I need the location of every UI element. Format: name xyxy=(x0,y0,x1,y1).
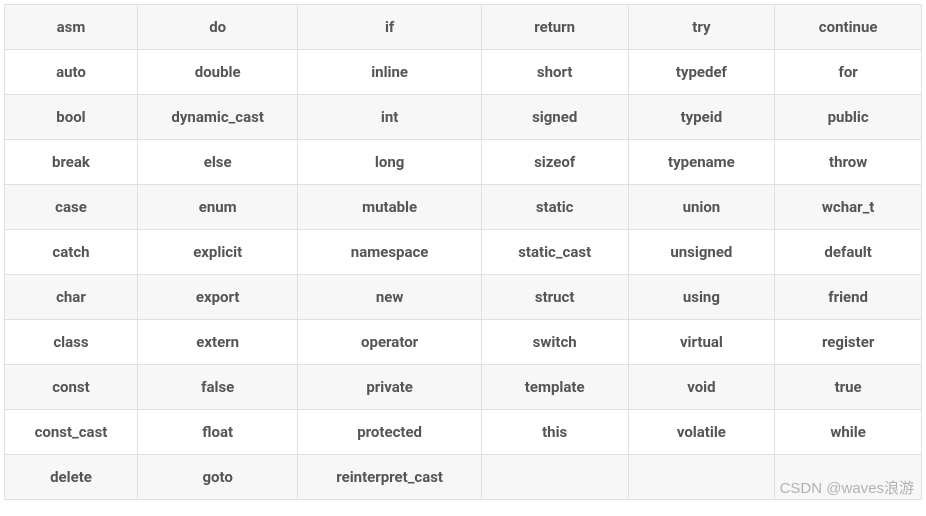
table-cell: virtual xyxy=(628,320,775,365)
table-row: auto double inline short typedef for xyxy=(5,50,922,95)
table-cell: else xyxy=(137,140,297,185)
table-cell: register xyxy=(775,320,922,365)
table-cell: new xyxy=(298,275,481,320)
table-cell: extern xyxy=(137,320,297,365)
table-cell: do xyxy=(137,5,297,50)
keywords-table: asm do if return try continue auto doubl… xyxy=(4,4,922,500)
table-cell: long xyxy=(298,140,481,185)
table-cell: while xyxy=(775,410,922,455)
table-cell: throw xyxy=(775,140,922,185)
table-cell: operator xyxy=(298,320,481,365)
table-cell: this xyxy=(481,410,628,455)
table-cell: template xyxy=(481,365,628,410)
table-cell xyxy=(775,455,922,500)
table-cell: for xyxy=(775,50,922,95)
table-row: const_cast float protected this volatile… xyxy=(5,410,922,455)
table-row: asm do if return try continue xyxy=(5,5,922,50)
table-cell: static_cast xyxy=(481,230,628,275)
table-cell: asm xyxy=(5,5,138,50)
table-cell: if xyxy=(298,5,481,50)
table-cell xyxy=(628,455,775,500)
table-row: bool dynamic_cast int signed typeid publ… xyxy=(5,95,922,140)
table-cell: unsigned xyxy=(628,230,775,275)
table-cell: class xyxy=(5,320,138,365)
table-cell: break xyxy=(5,140,138,185)
table-cell xyxy=(481,455,628,500)
table-cell: delete xyxy=(5,455,138,500)
table-cell: switch xyxy=(481,320,628,365)
table-cell: mutable xyxy=(298,185,481,230)
table-cell: wchar_t xyxy=(775,185,922,230)
table-row: const false private template void true xyxy=(5,365,922,410)
table-cell: char xyxy=(5,275,138,320)
table-cell: void xyxy=(628,365,775,410)
table-cell: struct xyxy=(481,275,628,320)
table-cell: explicit xyxy=(137,230,297,275)
table-cell: typedef xyxy=(628,50,775,95)
table-cell: goto xyxy=(137,455,297,500)
table-cell: float xyxy=(137,410,297,455)
table-cell: public xyxy=(775,95,922,140)
table-cell: const_cast xyxy=(5,410,138,455)
table-cell: using xyxy=(628,275,775,320)
table-cell: short xyxy=(481,50,628,95)
table-cell: continue xyxy=(775,5,922,50)
table-cell: namespace xyxy=(298,230,481,275)
table-cell: inline xyxy=(298,50,481,95)
table-row: class extern operator switch virtual reg… xyxy=(5,320,922,365)
table-row: char export new struct using friend xyxy=(5,275,922,320)
table-cell: try xyxy=(628,5,775,50)
table-cell: protected xyxy=(298,410,481,455)
table-cell: int xyxy=(298,95,481,140)
table-cell: enum xyxy=(137,185,297,230)
table-cell: union xyxy=(628,185,775,230)
table-cell: bool xyxy=(5,95,138,140)
table-row: break else long sizeof typename throw xyxy=(5,140,922,185)
table-cell: export xyxy=(137,275,297,320)
table-cell: dynamic_cast xyxy=(137,95,297,140)
table-row: case enum mutable static union wchar_t xyxy=(5,185,922,230)
table-cell: friend xyxy=(775,275,922,320)
table-cell: sizeof xyxy=(481,140,628,185)
table-cell: case xyxy=(5,185,138,230)
table-row: catch explicit namespace static_cast uns… xyxy=(5,230,922,275)
table-cell: double xyxy=(137,50,297,95)
table-cell: typeid xyxy=(628,95,775,140)
table-cell: catch xyxy=(5,230,138,275)
table-cell: auto xyxy=(5,50,138,95)
table-cell: default xyxy=(775,230,922,275)
table-row: delete goto reinterpret_cast xyxy=(5,455,922,500)
table-cell: private xyxy=(298,365,481,410)
table-cell: false xyxy=(137,365,297,410)
table-cell: typename xyxy=(628,140,775,185)
table-cell: static xyxy=(481,185,628,230)
table-cell: true xyxy=(775,365,922,410)
table-cell: volatile xyxy=(628,410,775,455)
table-cell: reinterpret_cast xyxy=(298,455,481,500)
table-cell: return xyxy=(481,5,628,50)
table-cell: const xyxy=(5,365,138,410)
table-cell: signed xyxy=(481,95,628,140)
